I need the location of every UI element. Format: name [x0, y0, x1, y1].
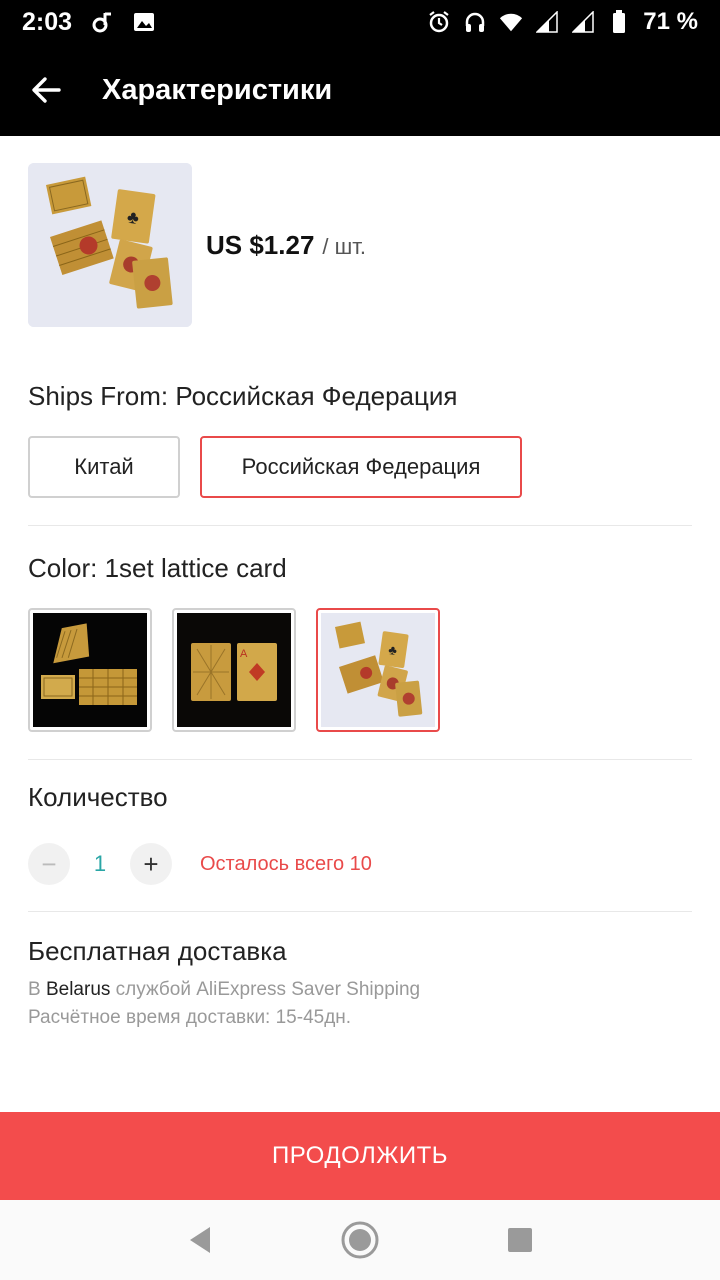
wifi-icon: [499, 10, 523, 34]
battery-icon: [607, 10, 631, 34]
quantity-label: Количество: [28, 782, 168, 812]
continue-button[interactable]: ПРОДОЛЖИТЬ: [0, 1112, 720, 1200]
color-label: Color: 1set lattice card: [28, 553, 287, 583]
shipping-method: В Belarus службой AliExpress Saver Shipp…: [28, 979, 692, 1001]
product-image: ♣: [28, 163, 192, 327]
price-unit: / шт.: [322, 233, 367, 259]
nav-home-button[interactable]: [330, 1210, 390, 1270]
quantity-value[interactable]: 1: [70, 851, 130, 877]
quantity-increase-button[interactable]: +: [130, 843, 172, 885]
nav-recents-button[interactable]: [490, 1210, 550, 1270]
battery-level: 71 %: [643, 8, 698, 35]
color-option-image: [33, 613, 147, 727]
app-bar: Характеристики: [0, 44, 720, 136]
sku-selector: ♣ US $1.27 / шт. Ships From: Российская …: [0, 136, 720, 1112]
image-icon: [132, 10, 156, 34]
color-option-1[interactable]: [28, 608, 152, 732]
shipping-prefix: В: [28, 979, 41, 1000]
shipping-service: службой AliExpress Saver Shipping: [115, 979, 421, 1000]
divider: [28, 759, 692, 760]
nav-recents-icon: [508, 1228, 532, 1252]
shipping-title: Бесплатная доставка: [28, 936, 287, 966]
headphones-icon: [463, 10, 487, 34]
shipping-destination: Belarus: [45, 979, 111, 1000]
ships-from-option-russia[interactable]: Российская Федерация: [200, 436, 522, 498]
back-button[interactable]: [0, 44, 92, 136]
nav-back-icon: [190, 1227, 210, 1253]
signal-icon: [571, 10, 595, 34]
page-title: Характеристики: [102, 73, 333, 106]
color-option-image: A: [177, 613, 291, 727]
signal-icon: [535, 10, 559, 34]
product-price: US $1.27: [206, 229, 315, 260]
product-summary: ♣ US $1.27 / шт.: [28, 163, 692, 327]
quantity-decrease-button[interactable]: −: [28, 843, 70, 885]
stock-remaining: Осталось всего 10: [200, 852, 372, 875]
color-option-image: ♣: [321, 613, 435, 727]
color-option-2[interactable]: A: [172, 608, 296, 732]
music-icon: [90, 10, 114, 34]
ships-from-label: Ships From: Российская Федерация: [28, 381, 458, 411]
shipping-eta: Расчётное время доставки: 15-45дн.: [28, 1007, 352, 1028]
nav-back-button[interactable]: [170, 1210, 230, 1270]
ships-from-option-china[interactable]: Китай: [28, 436, 180, 498]
system-nav-bar: [0, 1200, 720, 1280]
divider: [28, 525, 692, 526]
svg-text:A: A: [240, 648, 248, 660]
alarm-icon: [427, 10, 451, 34]
color-options: A ♣: [28, 608, 692, 732]
nav-home-icon: [341, 1221, 379, 1259]
color-option-3[interactable]: ♣: [316, 608, 440, 732]
status-bar: 2:03 71 %: [0, 0, 720, 44]
quantity-stepper: − 1 + Осталось всего 10: [28, 843, 692, 885]
back-arrow-icon: [32, 77, 61, 103]
status-time: 2:03: [22, 7, 73, 36]
ships-from-options: Китай Российская Федерация: [28, 436, 692, 498]
divider: [28, 911, 692, 912]
